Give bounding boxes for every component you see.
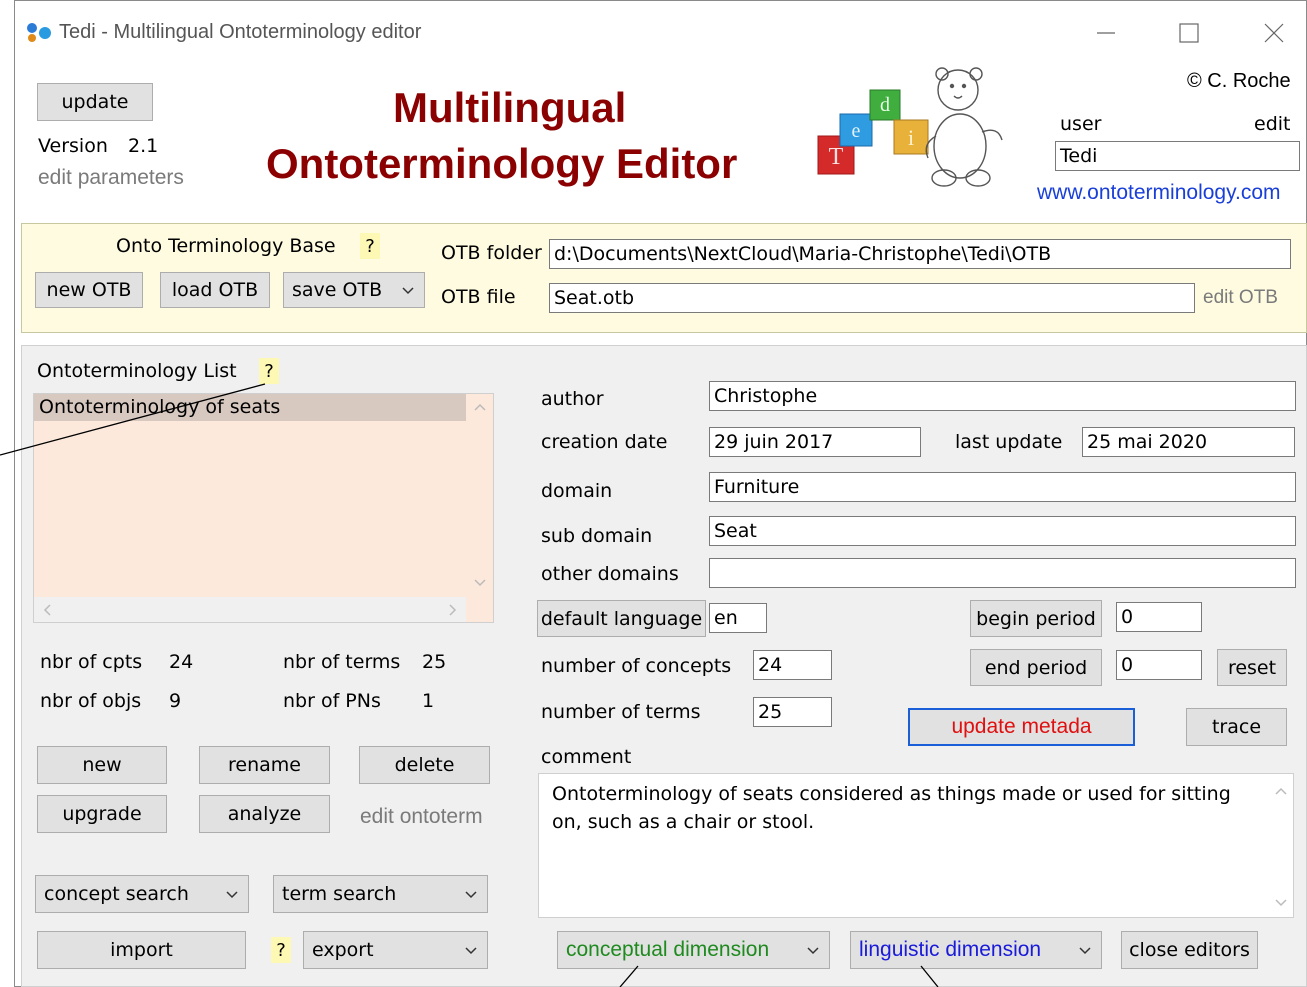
annotation-lines xyxy=(0,383,939,987)
